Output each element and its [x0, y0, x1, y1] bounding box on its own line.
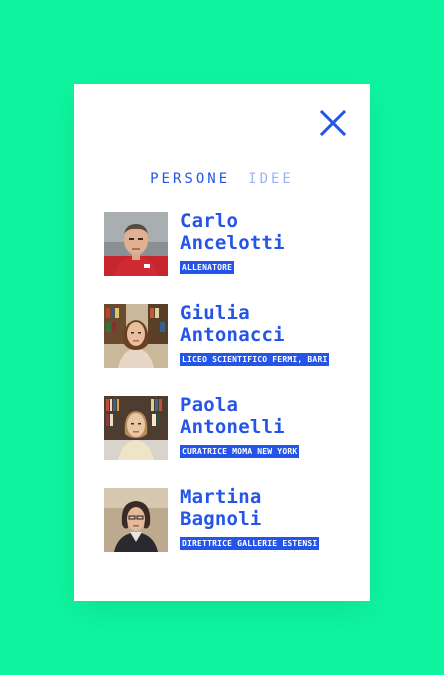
tab-bar: PERSONE IDEE: [74, 169, 370, 189]
first-name: Giulia: [180, 302, 250, 324]
last-name: Ancelotti: [180, 232, 285, 254]
role-badge: ALLENATORE: [180, 261, 235, 274]
close-button[interactable]: [318, 108, 348, 138]
people-list: Carlo Ancelotti ALLENATORE Giulia Antona…: [104, 210, 354, 580]
close-icon: [319, 109, 347, 137]
list-item-person[interactable]: Martina Bagnoli DIRETTRICE GALLERIE ESTE…: [104, 486, 354, 580]
portrait-photo: [104, 396, 168, 460]
person-name: Carlo Ancelotti: [180, 210, 360, 254]
role-badge: LICEO SCIENTIFICO FERMI, BARI: [180, 353, 330, 366]
list-item-person[interactable]: Paola Antonelli CURATRICE MOMA NEW YORK: [104, 394, 354, 488]
person-name: Giulia Antonacci: [180, 302, 360, 346]
tab-persone[interactable]: PERSONE: [148, 169, 232, 189]
portrait-photo: [104, 212, 168, 276]
last-name: Antonacci: [180, 324, 285, 346]
list-item-person[interactable]: Carlo Ancelotti ALLENATORE: [104, 210, 354, 304]
first-name: Carlo: [180, 210, 239, 232]
last-name: Antonelli: [180, 416, 285, 438]
person-name: Martina Bagnoli: [180, 486, 360, 530]
person-name: Paola Antonelli: [180, 394, 360, 438]
tab-idee[interactable]: IDEE: [246, 169, 296, 189]
people-panel: PERSONE IDEE Carlo Ancelotti ALLENATORE …: [74, 84, 370, 601]
role-badge: CURATRICE MOMA NEW YORK: [180, 445, 300, 458]
list-item-person[interactable]: Giulia Antonacci LICEO SCIENTIFICO FERMI…: [104, 302, 354, 396]
last-name: Bagnoli: [180, 508, 262, 530]
first-name: Paola: [180, 394, 239, 416]
first-name: Martina: [180, 486, 262, 508]
portrait-photo: [104, 488, 168, 552]
portrait-photo: [104, 304, 168, 368]
role-badge: DIRETTRICE GALLERIE ESTENSI: [180, 537, 320, 550]
